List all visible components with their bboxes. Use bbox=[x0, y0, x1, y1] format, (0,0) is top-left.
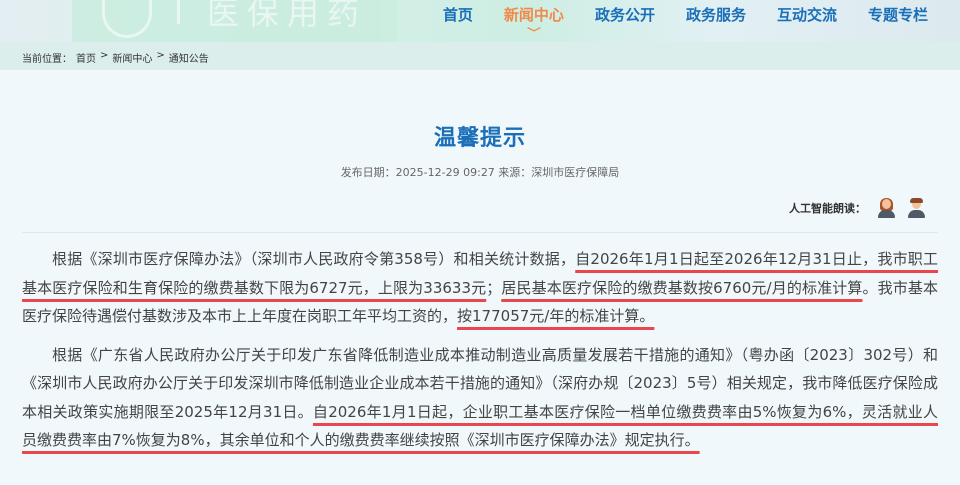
breadcrumb: 当前位置： 首页 > 新闻中心 > 通知公告 bbox=[0, 42, 960, 70]
nav-news-center[interactable]: 新闻中心 bbox=[503, 4, 564, 32]
divider bbox=[22, 232, 938, 233]
nav-special-topics[interactable]: 专题专栏 bbox=[868, 4, 928, 25]
site-header: 医保用药 首页 新闻中心 政务公开 政务服务 互动交流 专题专栏 bbox=[0, 0, 960, 42]
nav-government-services[interactable]: 政务服务 bbox=[686, 4, 746, 25]
main-nav: 首页 新闻中心 政务公开 政务服务 互动交流 专题专栏 bbox=[412, 4, 928, 32]
highlighted-text: 按177057元/年的标准计算。 bbox=[457, 307, 655, 325]
chevron-down-icon bbox=[526, 24, 541, 32]
text-segment: ； bbox=[486, 278, 502, 297]
banner-text: 医保用药 bbox=[207, 0, 368, 32]
female-voice-avatar-icon[interactable] bbox=[876, 198, 896, 218]
nav-label: 新闻中心 bbox=[503, 6, 564, 24]
article-meta: 发布日期：2025-12-29 09:27 来源：深圳市医疗保障局 bbox=[340, 166, 620, 179]
paragraph: 根据《深圳市医疗保障办法》（深圳市人民政府令第358号）和相关统计数据，自202… bbox=[22, 245, 938, 331]
nav-government-affairs[interactable]: 政务公开 bbox=[595, 4, 655, 25]
banner-divider bbox=[177, 0, 180, 24]
nav-interaction[interactable]: 互动交流 bbox=[777, 4, 837, 25]
breadcrumb-separator: > bbox=[156, 50, 165, 61]
highlighted-text: 居民基本医疗保险的缴费基数按6760元/月的标准计算 bbox=[501, 278, 863, 297]
nav-home[interactable]: 首页 bbox=[443, 4, 473, 25]
ai-reader: 人工智能朗读： bbox=[22, 198, 938, 218]
breadcrumb-news-center[interactable]: 新闻中心 bbox=[112, 50, 152, 70]
article: 温馨提示 发布日期：2025-12-29 09:27 来源：深圳市医疗保障局 人… bbox=[0, 120, 960, 455]
paragraph: 根据《广东省人民政府办公厅关于印发广东省降低制造业成本推动制造业高质量发展若干措… bbox=[22, 341, 938, 455]
emblem-icon bbox=[102, 0, 152, 38]
breadcrumb-home[interactable]: 首页 bbox=[76, 50, 96, 70]
breadcrumb-prefix: 当前位置： bbox=[22, 54, 72, 65]
text-segment: 根据《深圳市医疗保障办法》（深圳市人民政府令第358号）和相关统计数据， bbox=[52, 250, 576, 268]
ai-reader-label: 人工智能朗读： bbox=[789, 202, 866, 215]
breadcrumb-notices[interactable]: 通知公告 bbox=[169, 50, 209, 70]
male-voice-avatar-icon[interactable] bbox=[906, 198, 926, 218]
banner-image: 医保用药 bbox=[72, 0, 397, 42]
page-title: 温馨提示 bbox=[433, 126, 526, 151]
breadcrumb-separator: > bbox=[100, 50, 109, 61]
